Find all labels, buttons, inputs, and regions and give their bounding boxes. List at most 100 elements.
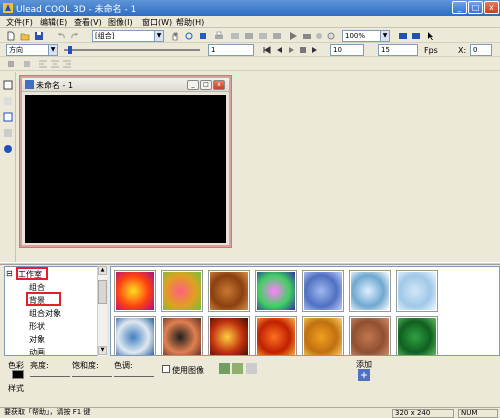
tree-item-object[interactable]: 对象 <box>29 334 45 345</box>
thumbnail-clouds[interactable] <box>114 316 156 355</box>
resize-icon[interactable] <box>198 31 208 41</box>
object-toolbar <box>0 72 16 262</box>
attribute-panel: 色彩 亮度: 饱和度: 色调: 使用图像 添加 样式 <box>0 357 500 407</box>
color-swatch[interactable] <box>12 370 24 379</box>
edit-text-icon[interactable] <box>3 96 13 106</box>
title-bar: Ulead COOL 3D - 未命名 - 1 _ □ x <box>0 0 500 16</box>
panel-splitter[interactable] <box>0 262 500 265</box>
play-animation-icon[interactable] <box>286 45 296 55</box>
thumbnail-swirl[interactable] <box>255 270 297 312</box>
first-frame-icon[interactable] <box>262 45 272 55</box>
tree-scrollbar[interactable]: ▲ ▼ <box>97 266 107 356</box>
tree-expand-icon[interactable]: ⊟ <box>6 269 13 278</box>
thumbnail-ice[interactable] <box>349 270 391 312</box>
redo-icon[interactable] <box>70 31 80 41</box>
tree-item-animation[interactable]: 动画 <box>29 347 45 355</box>
context-help-icon[interactable] <box>426 31 436 41</box>
highlight-background <box>26 292 61 306</box>
doc-minimize-button[interactable]: _ <box>187 80 199 90</box>
zoom-out-icon[interactable] <box>411 31 421 41</box>
new-file-icon[interactable] <box>6 31 16 41</box>
document-titlebar[interactable]: 未命名 - 1 _ □ x <box>22 78 229 92</box>
align-left-icon[interactable] <box>38 59 48 69</box>
thumbnail-grass[interactable] <box>396 316 438 355</box>
next-frame-icon[interactable] <box>310 45 320 55</box>
frame-field[interactable]: 1 <box>208 44 254 56</box>
copy-icon[interactable] <box>244 31 254 41</box>
clear-icon[interactable] <box>272 31 282 41</box>
scroll-up-icon[interactable]: ▲ <box>98 266 107 275</box>
object-combo[interactable]: [组合] ▼ <box>92 30 164 42</box>
save-icon[interactable] <box>34 31 44 41</box>
insert-geometry-icon[interactable] <box>3 144 13 154</box>
align-center-icon[interactable] <box>50 59 60 69</box>
insert-text-icon[interactable] <box>3 80 13 90</box>
x-field-value: 0 <box>473 46 478 54</box>
thumbnail-glow[interactable] <box>208 316 250 355</box>
x-field[interactable]: 0 <box>470 44 492 56</box>
timeline-slider[interactable] <box>64 46 200 54</box>
timeline-thumb[interactable] <box>68 46 72 54</box>
3d-canvas[interactable] <box>25 95 226 243</box>
bold-icon[interactable] <box>6 59 16 69</box>
scroll-thumb[interactable] <box>98 280 107 304</box>
cut-icon[interactable] <box>230 31 240 41</box>
saturation-label: 饱和度: <box>72 361 99 370</box>
tree-item-shape[interactable]: 形状 <box>29 321 45 332</box>
align-right-icon[interactable] <box>62 59 72 69</box>
menu-image[interactable]: 图像(I) <box>108 17 133 28</box>
frames-field[interactable]: 15 <box>378 44 418 56</box>
camera-icon[interactable] <box>302 31 312 41</box>
edit-image-icon[interactable] <box>232 363 243 374</box>
zoom-combo[interactable]: 100% ▼ <box>342 30 390 42</box>
open-folder-icon[interactable] <box>20 31 30 41</box>
undo-icon[interactable] <box>56 31 66 41</box>
edit-graphic-icon[interactable] <box>3 128 13 138</box>
move-hand-icon[interactable] <box>170 31 180 41</box>
stop-icon[interactable] <box>298 45 308 55</box>
thumbnail-sand[interactable] <box>302 316 344 355</box>
rotate-icon[interactable] <box>184 31 194 41</box>
render-icon[interactable] <box>326 31 336 41</box>
document-window: 未命名 - 1 _ □ x <box>20 76 231 247</box>
brightness-slider[interactable] <box>30 371 70 377</box>
doc-close-button[interactable]: x <box>213 80 225 90</box>
menu-view[interactable]: 查看(V) <box>74 17 102 28</box>
menu-edit[interactable]: 编辑(E) <box>40 17 67 28</box>
zoom-in-icon[interactable] <box>398 31 408 41</box>
use-image-checkbox[interactable] <box>162 365 170 373</box>
play-icon[interactable] <box>288 31 298 41</box>
maximize-button[interactable]: □ <box>468 1 483 14</box>
thumbnail-sea-sunset[interactable] <box>255 316 297 355</box>
menu-window[interactable]: 窗口(W) <box>142 17 172 28</box>
thumbnail-colorful[interactable] <box>161 270 203 312</box>
thumbnail-wood[interactable] <box>208 270 250 312</box>
image-option-icon[interactable] <box>246 363 257 374</box>
minimize-button[interactable]: _ <box>452 1 467 14</box>
fps-field[interactable]: 10 <box>330 44 364 56</box>
menu-help[interactable]: 帮助(H) <box>176 17 204 28</box>
insert-graphic-icon[interactable] <box>3 112 13 122</box>
hue-slider[interactable] <box>114 371 154 377</box>
close-button[interactable]: x <box>484 1 499 14</box>
chevron-down-icon: ▼ <box>48 45 57 55</box>
tree-item-composition-object[interactable]: 组合对象 <box>29 308 61 319</box>
thumbnail-brick[interactable] <box>349 316 391 355</box>
thumbnail-frost[interactable] <box>396 270 438 312</box>
scroll-down-icon[interactable]: ▼ <box>98 346 107 355</box>
doc-maximize-button[interactable]: □ <box>200 80 212 90</box>
direction-combo[interactable]: 方向 ▼ <box>6 44 58 56</box>
menu-file[interactable]: 文件(F) <box>6 17 33 28</box>
italic-icon[interactable] <box>22 59 32 69</box>
add-to-gallery-icon[interactable] <box>358 369 370 381</box>
prev-frame-icon[interactable] <box>274 45 284 55</box>
print-icon[interactable] <box>214 31 224 41</box>
thumbnail-sunburst[interactable] <box>114 270 156 312</box>
brightness-label: 亮度: <box>30 361 49 370</box>
paste-icon[interactable] <box>258 31 268 41</box>
saturation-slider[interactable] <box>72 371 112 377</box>
light-icon[interactable] <box>314 31 324 41</box>
thumbnail-water[interactable] <box>302 270 344 312</box>
thumbnail-sunset[interactable] <box>161 316 203 355</box>
open-image-icon[interactable] <box>219 363 230 374</box>
